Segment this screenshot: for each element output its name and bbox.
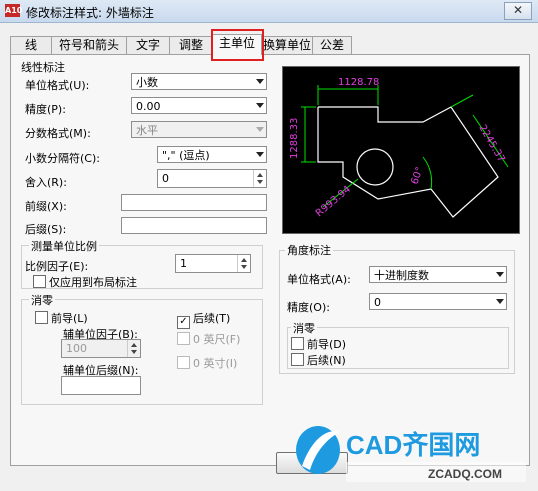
tab-tolerances[interactable]: 公差 <box>312 36 352 54</box>
angular-precision-label: 精度(O): <box>287 301 330 314</box>
prefix-label: 前缀(X): <box>25 200 67 213</box>
layout-only-checkbox[interactable]: 仅应用到布局标注 <box>33 274 137 290</box>
tab-fit[interactable]: 调整 <box>169 36 213 54</box>
decimal-separator-label: 小数分隔符(C): <box>25 152 100 165</box>
spinner-buttons[interactable] <box>253 170 266 187</box>
chevron-down-icon <box>256 152 264 157</box>
suffix-input[interactable] <box>121 217 267 234</box>
angular-leading-checkbox[interactable]: 前导(D) <box>291 336 346 352</box>
fraction-format-label: 分数格式(M): <box>25 127 91 140</box>
watermark-sub: ZCADQ.COM <box>428 467 502 481</box>
zero-feet-checkbox[interactable]: 0 英尺(F) <box>177 331 240 347</box>
dim-right-text: 2245.37 <box>476 123 506 164</box>
linear-legend: 线性标注 <box>21 61 65 74</box>
tab-text[interactable]: 文字 <box>126 36 170 54</box>
angular-trailing-checkbox[interactable]: 后续(N) <box>291 352 346 368</box>
checkbox-box <box>291 353 304 366</box>
chevron-down-icon <box>496 272 504 277</box>
watermark-logo: CAD齐国网 ZCADQ.COM <box>288 418 538 488</box>
suffix-label: 后缀(S): <box>25 223 67 236</box>
arrow-down-icon <box>241 265 247 269</box>
sub-unit-factor-spinner[interactable]: 100 <box>61 339 141 358</box>
dim-radius-text: R993.94 <box>314 184 353 219</box>
tab-panel: 线性标注 单位格式(U): 小数 精度(P): 0.00 分数格式(M): 水平… <box>10 54 530 466</box>
precision-label: 精度(P): <box>25 103 66 116</box>
angular-zero-legend: 消零 <box>291 320 317 336</box>
spinner-buttons[interactable] <box>127 340 140 357</box>
dim-top-text: 1128.78 <box>338 77 379 88</box>
checkbox-box <box>33 275 46 288</box>
leading-zero-checkbox[interactable]: 前导(L) <box>35 310 88 326</box>
window-title: 修改标注样式: 外墙标注 <box>26 6 154 20</box>
tab-symbols-arrows[interactable]: 符号和箭头 <box>51 36 127 54</box>
tab-alternate-units[interactable]: 换算单位 <box>261 36 313 54</box>
cad-logo-icon: CAD齐国网 ZCADQ.COM <box>296 426 526 482</box>
watermark-brand: CAD齐国网 <box>346 430 480 460</box>
dim-left-text: 1288.33 <box>289 118 300 159</box>
unit-format-select[interactable]: 小数 <box>131 73 267 90</box>
chevron-down-icon <box>256 79 264 84</box>
close-button[interactable]: ✕ <box>504 2 532 20</box>
checkbox-box <box>177 332 190 345</box>
checkbox-box <box>177 356 190 369</box>
zero-suppression-legend: 消零 <box>29 292 55 308</box>
chevron-down-icon <box>496 299 504 304</box>
arrow-up-icon <box>131 343 137 347</box>
angular-precision-select[interactable]: 0 <box>369 293 507 310</box>
zero-inches-checkbox[interactable]: 0 英寸(I) <box>177 355 237 371</box>
angular-unit-format-label: 单位格式(A): <box>287 273 351 286</box>
trailing-zero-checkbox[interactable]: ✓ 后续(T) <box>177 310 230 329</box>
angular-unit-format-select[interactable]: 十进制度数 <box>369 266 507 283</box>
arrow-up-icon <box>257 173 263 177</box>
prefix-input[interactable] <box>121 194 267 211</box>
unit-format-label: 单位格式(U): <box>25 79 90 92</box>
precision-select[interactable]: 0.00 <box>131 97 267 114</box>
spinner-buttons[interactable] <box>237 255 250 272</box>
fraction-format-select[interactable]: 水平 <box>131 121 267 138</box>
app-icon: A10 <box>5 4 23 17</box>
roundoff-label: 舍入(R): <box>25 176 67 189</box>
preview-drawing: 1128.78 1288.33 2245.37 R993.94 60° <box>289 77 509 219</box>
highlight-box <box>211 29 264 61</box>
scale-factor-spinner[interactable]: 1 <box>175 254 251 273</box>
chevron-down-icon <box>256 103 264 108</box>
arrow-down-icon <box>131 350 137 354</box>
roundoff-spinner[interactable]: 0 <box>157 169 267 188</box>
dim-angle-text: 60° <box>409 166 425 186</box>
decimal-separator-select[interactable]: "," (逗点) <box>157 146 267 163</box>
chevron-down-icon <box>256 127 264 132</box>
title-bar: A10 修改标注样式: 外墙标注 ✕ <box>0 0 538 23</box>
checkbox-box <box>35 311 48 324</box>
arrow-up-icon <box>241 258 247 262</box>
checkmark-icon: ✓ <box>177 316 190 329</box>
sub-unit-suffix-input[interactable] <box>61 376 141 395</box>
dimension-preview: 1128.78 1288.33 2245.37 R993.94 60° <box>282 66 520 234</box>
angular-legend: 角度标注 <box>285 242 333 258</box>
tab-lines[interactable]: 线 <box>10 36 52 54</box>
arrow-down-icon <box>257 180 263 184</box>
scale-factor-label: 比例因子(E): <box>25 260 89 273</box>
checkbox-box <box>291 337 304 350</box>
scale-legend: 测量单位比例 <box>29 238 99 254</box>
